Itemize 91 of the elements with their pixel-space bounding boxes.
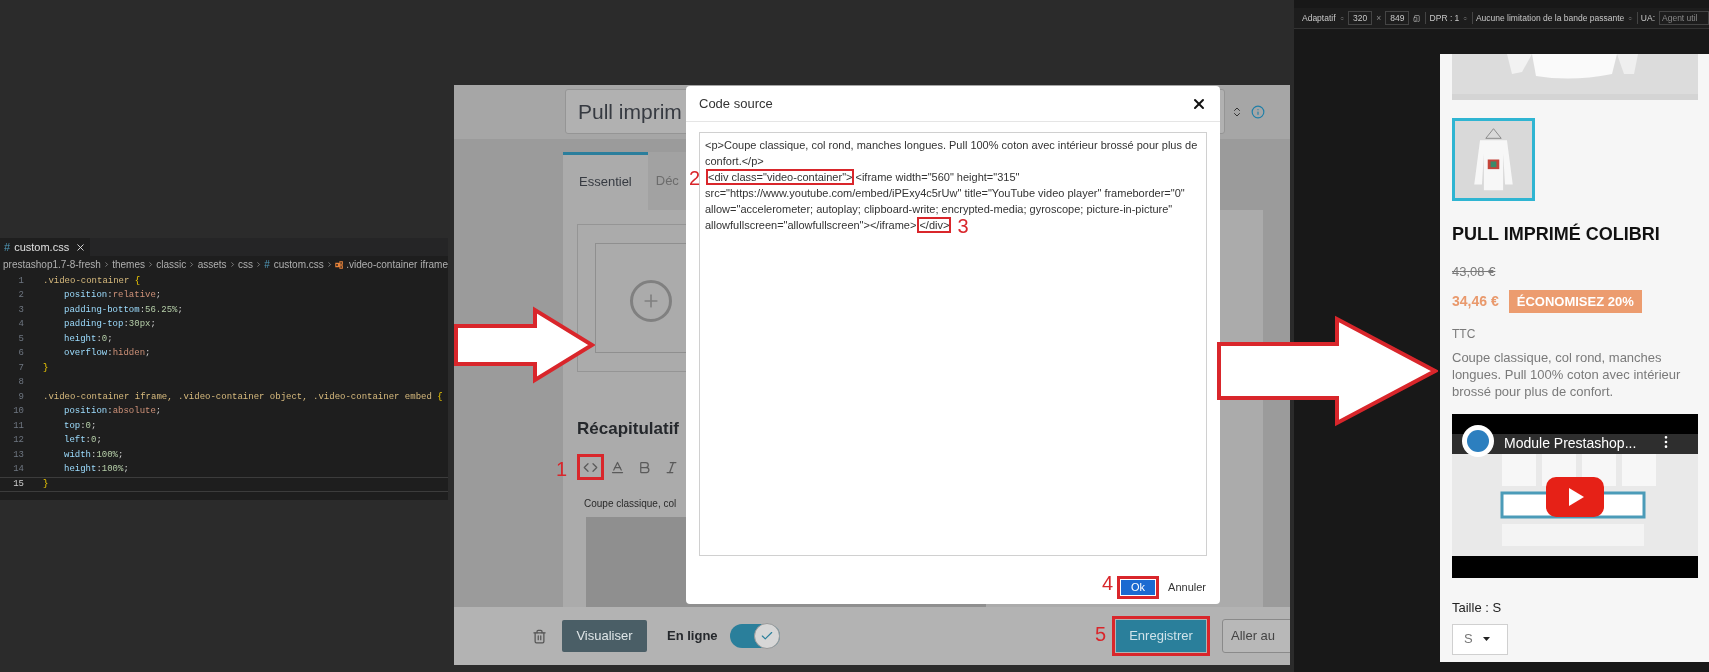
add-icon[interactable] — [630, 279, 672, 322]
play-icon[interactable] — [1546, 477, 1604, 517]
file-type-icon: # — [264, 257, 270, 272]
bold-icon[interactable] — [637, 459, 652, 475]
file-tab[interactable]: # custom.css — [0, 238, 91, 256]
chevron-icon — [102, 260, 111, 269]
product-title: PULL IMPRIMÉ COLIBRI — [1452, 222, 1661, 246]
online-label: En ligne — [667, 627, 718, 646]
breadcrumb-item[interactable]: assets — [197, 257, 227, 272]
tax-label: TTC — [1452, 326, 1477, 343]
line-number: 13 — [12, 448, 24, 462]
online-toggle[interactable] — [729, 624, 780, 648]
tab[interactable]: Essentiel — [563, 151, 648, 210]
chevron-icon — [325, 260, 334, 269]
throttling-select[interactable]: Aucune limitation de la bande passante — [1471, 11, 1625, 25]
editor-text: Coupe classique, col — [584, 497, 677, 511]
code-line: width:100%; — [64, 448, 124, 462]
code-line: padding-bottom:56.25%; — [64, 303, 183, 317]
symbol-icon — [335, 259, 344, 270]
callout-number: 5 — [1094, 624, 1106, 644]
chevron-icon — [254, 260, 263, 269]
breadcrumb-item[interactable]: css — [237, 257, 253, 272]
code-line: padding-top:30px; — [64, 318, 156, 331]
breadcrumb-item[interactable]: classic — [156, 257, 187, 272]
product-description: Coupe classique, col rond, manches longues. Pull 100% coton avec intérieur brossé pour plus de confort. — [1452, 349, 1682, 400]
code-line: height:0; — [64, 332, 113, 346]
code-line: overflow:hidden; — [64, 347, 151, 360]
file-type-icon: # — [4, 238, 11, 256]
dialog-title: Code source — [699, 94, 773, 113]
old-price: 43,08 € — [1452, 263, 1497, 281]
user-agent-field[interactable]: Agent util — [1659, 11, 1709, 25]
callout-number: 3 — [957, 216, 969, 236]
breadcrumb-item[interactable]: custom.css — [273, 257, 324, 272]
chevron-icon — [188, 260, 196, 269]
callout-number: 4 — [1101, 573, 1114, 593]
close-icon[interactable] — [75, 241, 87, 253]
discount-badge: ÉCONOMISEZ 20% — [1508, 289, 1642, 313]
line-number: 3 — [17, 303, 24, 317]
callout-number: 2 — [688, 168, 700, 188]
chevron-icon — [146, 260, 155, 269]
video-title: Module Prestashop... — [1502, 434, 1639, 452]
width-field[interactable]: 320 — [1348, 10, 1373, 26]
italic-icon[interactable] — [664, 459, 679, 475]
breadcrumb-item[interactable]: themes — [112, 257, 145, 272]
dpr-select[interactable]: DPR : 1 — [1424, 11, 1460, 25]
line-number: 4 — [17, 318, 24, 331]
rotate-icon[interactable] — [1413, 12, 1421, 24]
line-number: 8 — [17, 376, 24, 389]
ok-button[interactable]: Ok — [1121, 580, 1156, 595]
line-number: 7 — [17, 361, 24, 375]
times-sign: × — [1376, 11, 1382, 25]
check-icon — [759, 629, 774, 643]
line-number: 11 — [12, 419, 24, 433]
line-number: 2 — [17, 289, 24, 302]
line-number: 1 — [17, 274, 24, 288]
line-number: 10 — [12, 405, 24, 418]
height-field[interactable]: 849 — [1385, 10, 1410, 26]
callout-number: 1 — [555, 459, 567, 479]
size-label: Taille : S — [1452, 599, 1503, 617]
code-line: } — [43, 361, 49, 375]
source-code-text: <p>Coupe classique, col rond, manches longues. Pull 100% coton avec intérieur brossé pour plus de confort.</p> — [705, 138, 1199, 169]
next-button[interactable]: Aller au — [1222, 619, 1290, 653]
line-number: 5 — [17, 332, 24, 346]
section-heading: Récapitulatif — [577, 417, 681, 440]
ua-label: UA: — [1636, 11, 1655, 25]
breadcrumb-item[interactable]: prestashop1.7-8-fresh — [3, 257, 101, 272]
tab-label: custom.css — [14, 239, 70, 255]
code-line: .video-container iframe, .video-container object, .video-container embed { — [43, 390, 443, 404]
line-number: 6 — [17, 347, 24, 360]
line-number: 9 — [17, 390, 24, 404]
code-line: height:100%; — [64, 463, 129, 476]
text-color-icon[interactable] — [610, 459, 625, 475]
trash-icon[interactable] — [532, 627, 547, 645]
line-number: 12 — [12, 434, 24, 447]
info-icon[interactable] — [1251, 104, 1265, 119]
line-number: 15 — [12, 477, 24, 491]
caret-icon — [1482, 637, 1490, 641]
code-line: .video-container { — [43, 274, 141, 288]
size-select[interactable]: S — [1452, 623, 1508, 655]
price: 34,46 € — [1452, 291, 1499, 311]
mode-select[interactable]: Adaptatif — [1302, 11, 1336, 25]
chevron-icon — [228, 260, 236, 269]
breadcrumb-item[interactable]: .video-container iframe — [346, 257, 448, 272]
line-number: 14 — [12, 463, 24, 476]
preview-button[interactable]: Visualiser — [562, 620, 647, 652]
code-line: } — [43, 477, 49, 491]
code-line: position:absolute; — [64, 405, 162, 418]
code-line: top:0; — [64, 419, 97, 433]
cancel-link[interactable]: Annuler — [1168, 579, 1206, 596]
code-line: left:0; — [64, 434, 102, 447]
code-line: position:relative; — [64, 289, 162, 302]
